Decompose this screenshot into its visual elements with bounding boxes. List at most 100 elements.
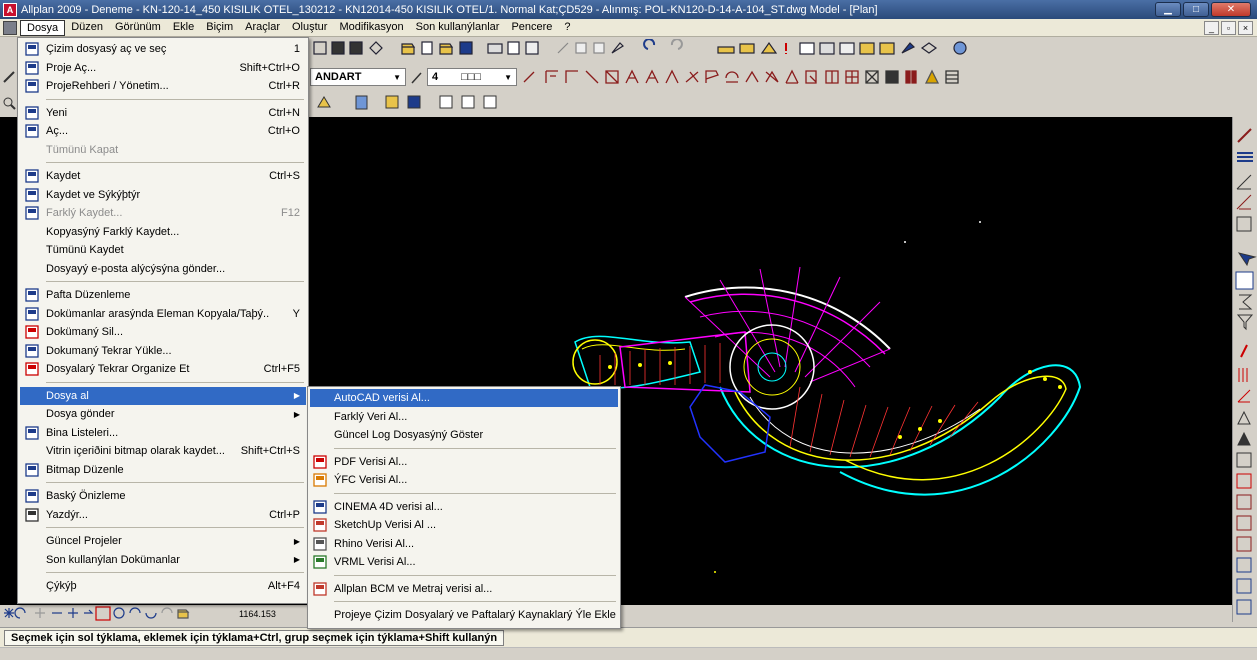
paste-icon[interactable] <box>593 42 605 54</box>
cube-icon[interactable] <box>920 42 938 54</box>
file-menu-item[interactable]: Son kullanýlan Dokümanlar ▶ <box>20 551 306 569</box>
new-icon[interactable] <box>421 41 433 55</box>
import-menu-item[interactable]: Projeye Çizim Dosyalarý ve Paftalarý Kay… <box>310 606 618 624</box>
file-menu-item[interactable]: Aç... Ctrl+O <box>20 122 306 140</box>
tool-icon[interactable] <box>407 95 421 109</box>
file-menu-item[interactable]: Baský Önizleme <box>20 487 306 505</box>
tool-icon[interactable] <box>625 69 639 84</box>
tool-icon[interactable] <box>113 607 125 619</box>
menu-9[interactable]: Pencere <box>505 20 558 36</box>
tool-icon[interactable] <box>1236 174 1252 190</box>
file-menu-item[interactable]: Kaydet Ctrl+S <box>20 167 306 185</box>
tool-icon[interactable] <box>1236 599 1252 615</box>
menu-6[interactable]: Oluştur <box>286 20 333 36</box>
tool-icon[interactable] <box>1236 452 1252 468</box>
tool-icon[interactable] <box>317 96 331 108</box>
file-menu-item[interactable]: Kopyasýný Farklý Kaydet... <box>20 223 306 241</box>
tool-icon[interactable] <box>645 69 659 84</box>
tool-icon[interactable] <box>1237 431 1251 446</box>
tool-icon[interactable] <box>4 608 14 618</box>
undo-icon[interactable] <box>643 39 656 50</box>
tool-icon[interactable] <box>84 609 94 614</box>
tool-icon[interactable] <box>865 70 879 84</box>
file-menu-item[interactable]: Yazdýr... Ctrl+P <box>20 506 306 524</box>
tool-icon[interactable] <box>545 70 558 83</box>
tool-icon[interactable] <box>331 41 345 55</box>
file-menu-item[interactable]: Dokümanlar arasýnda Eleman Kopyala/Taþý.… <box>20 305 306 323</box>
tool-icon[interactable] <box>1236 494 1252 510</box>
tool-icon[interactable] <box>385 95 399 109</box>
tool-icon[interactable] <box>839 42 855 55</box>
tool-icon[interactable] <box>845 70 859 84</box>
tool-icon[interactable] <box>885 70 899 84</box>
tool-icon[interactable] <box>1236 557 1252 573</box>
menu-10[interactable]: ? <box>558 20 576 36</box>
tool-icon[interactable] <box>825 70 839 84</box>
tool-icon[interactable] <box>461 95 475 109</box>
brush-icon[interactable] <box>611 42 624 54</box>
tool-icon[interactable] <box>369 41 383 55</box>
tool-icon[interactable] <box>483 95 497 109</box>
open-icon[interactable] <box>439 43 454 55</box>
import-menu-item[interactable]: Farklý Veri Al... <box>310 408 618 426</box>
help-icon[interactable] <box>953 41 967 55</box>
menu-7[interactable]: Modifikasyon <box>333 20 409 36</box>
tool-icon[interactable] <box>1236 216 1252 232</box>
zoom-icon[interactable] <box>2 96 17 111</box>
tool-icon[interactable] <box>1237 128 1252 143</box>
file-menu-item[interactable]: Bina Listeleri... <box>20 424 306 442</box>
file-menu-item[interactable]: Dosya gönder ▶ <box>20 405 306 423</box>
tool-icon[interactable] <box>1236 578 1252 594</box>
select-icon[interactable] <box>1237 252 1257 267</box>
open-icon[interactable] <box>401 43 416 55</box>
tool-icon[interactable] <box>145 612 157 619</box>
file-menu-item[interactable]: Vitrin içeriðini bitmap olarak kaydet...… <box>20 442 306 460</box>
menu-8[interactable]: Son kullanýlanlar <box>410 20 506 36</box>
file-menu-item[interactable]: Dosya al ▶ <box>20 386 306 405</box>
file-menu-item[interactable]: Çýkýþ Alt+F4 <box>20 577 306 595</box>
tool-icon[interactable] <box>355 95 368 110</box>
tool-icon[interactable] <box>760 41 778 54</box>
sum-icon[interactable] <box>1239 294 1253 310</box>
line-tool-icon[interactable] <box>523 71 535 83</box>
mdi-restore-button[interactable]: ▫ <box>1221 20 1236 35</box>
tool-icon[interactable] <box>879 42 895 55</box>
menu-2[interactable]: Görünüm <box>109 20 167 36</box>
pen-icon[interactable] <box>2 69 17 84</box>
tool-icon[interactable] <box>68 608 78 618</box>
import-menu-item[interactable]: Güncel Log Dosyasýný Göster <box>310 426 618 444</box>
import-menu-item[interactable]: VRML Verisi Al... <box>310 553 618 571</box>
tool-icon[interactable] <box>1237 410 1251 425</box>
cut-icon[interactable] <box>557 42 569 54</box>
file-menu-item[interactable]: Çizim dosyasý aç ve seç 1 <box>20 40 306 58</box>
menu-0[interactable]: Dosya <box>20 19 66 36</box>
tool-icon[interactable] <box>717 46 735 54</box>
tool-icon[interactable] <box>1240 344 1248 358</box>
tool-icon[interactable] <box>439 95 453 109</box>
tool-icon[interactable] <box>819 42 835 55</box>
file-menu-item[interactable]: Pafta Düzenleme <box>20 286 306 304</box>
tool-icon[interactable] <box>129 607 141 614</box>
import-menu-item[interactable]: Rhino Verisi Al... <box>310 535 618 553</box>
file-menu-item[interactable]: Tümünü Kaydet <box>20 241 306 259</box>
import-menu-item[interactable]: AutoCAD verisi Al... <box>310 389 618 407</box>
tool-icon[interactable] <box>901 42 916 54</box>
tool-icon[interactable] <box>765 70 779 83</box>
folder-icon[interactable] <box>177 609 190 619</box>
tool-icon[interactable] <box>739 43 755 54</box>
menu-5[interactable]: Araçlar <box>239 20 286 36</box>
tool-icon[interactable] <box>1236 515 1252 531</box>
tool-icon[interactable] <box>859 42 875 55</box>
tool-icon[interactable] <box>585 70 599 84</box>
tool-icon[interactable] <box>1236 536 1252 552</box>
tool-icon[interactable] <box>1236 473 1252 489</box>
file-menu-item[interactable]: Kaydet ve Sýkýþtýr <box>20 186 306 204</box>
tool-icon[interactable] <box>1238 368 1248 382</box>
save-icon[interactable] <box>459 41 473 55</box>
minimize-button[interactable]: ▁ <box>1155 2 1181 17</box>
filter-icon[interactable] <box>1236 314 1254 331</box>
tool-icon[interactable] <box>725 71 739 83</box>
tool-icon[interactable] <box>313 41 327 55</box>
file-menu-item[interactable]: Dosyayý e-posta alýcýsýna gönder... <box>20 260 306 278</box>
close-button[interactable]: ✕ <box>1211 2 1251 17</box>
